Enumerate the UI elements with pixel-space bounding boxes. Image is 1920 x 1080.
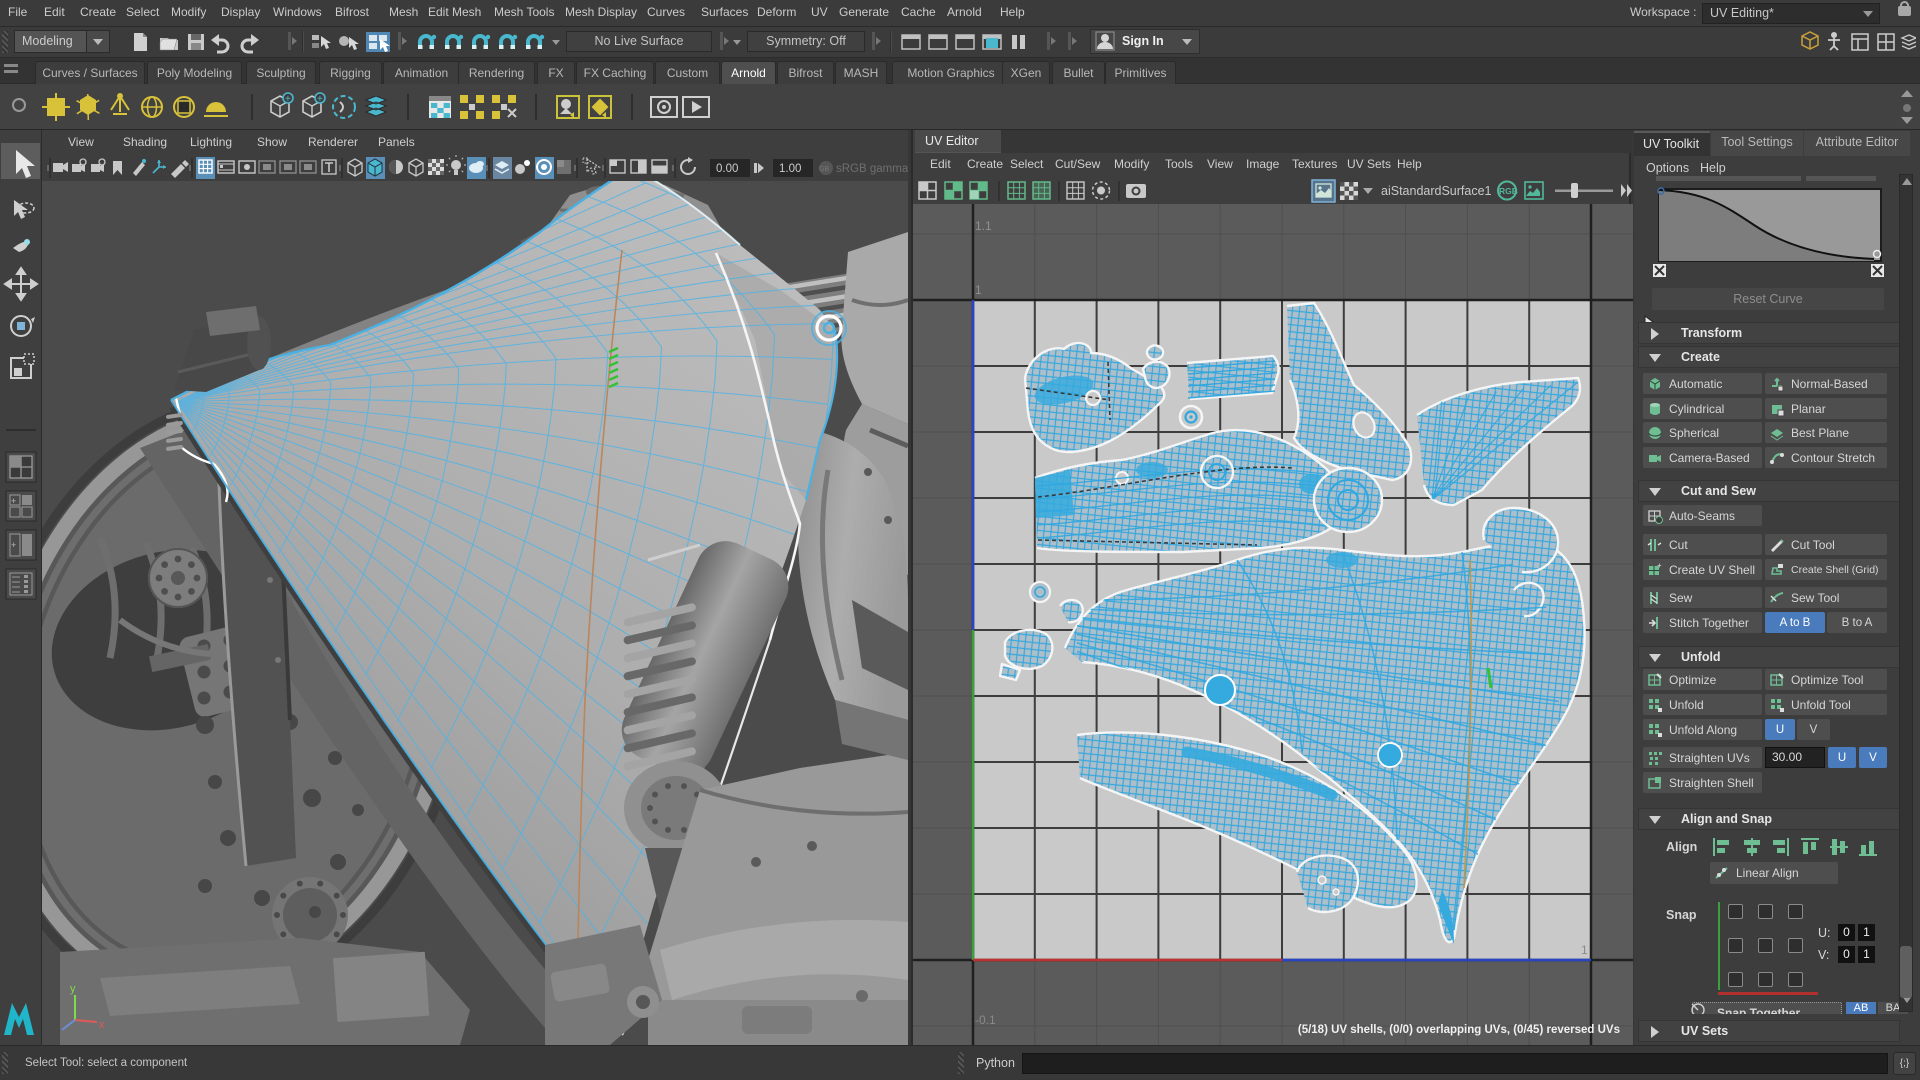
svg-text:0.00: 0.00 <box>716 163 738 175</box>
svg-text:1.1: 1.1 <box>975 219 992 233</box>
svg-text:+: + <box>285 94 291 105</box>
svg-text:1: 1 <box>1581 943 1588 957</box>
svg-text:x: x <box>99 1019 105 1031</box>
svg-text:+: + <box>317 94 323 105</box>
svg-text:aiStandardSurface1: aiStandardSurface1 <box>1381 184 1492 198</box>
svg-text:y: y <box>70 983 76 995</box>
svg-text:GB: GB <box>819 166 829 173</box>
svg-text:1: 1 <box>975 283 982 297</box>
svg-text:RGB: RGB <box>1499 186 1518 196</box>
svg-text:(5/18) UV shells, (0/0) overla: (5/18) UV shells, (0/0) overlapping UVs,… <box>1298 1024 1620 1036</box>
svg-text:+: + <box>1657 562 1662 570</box>
svg-text:sRGB gamma: sRGB gamma <box>836 163 908 175</box>
svg-text:+: + <box>11 496 16 506</box>
svg-text:-0.1: -0.1 <box>975 1013 996 1027</box>
svg-text:+: + <box>11 540 16 550</box>
svg-text:1.00: 1.00 <box>779 163 801 175</box>
